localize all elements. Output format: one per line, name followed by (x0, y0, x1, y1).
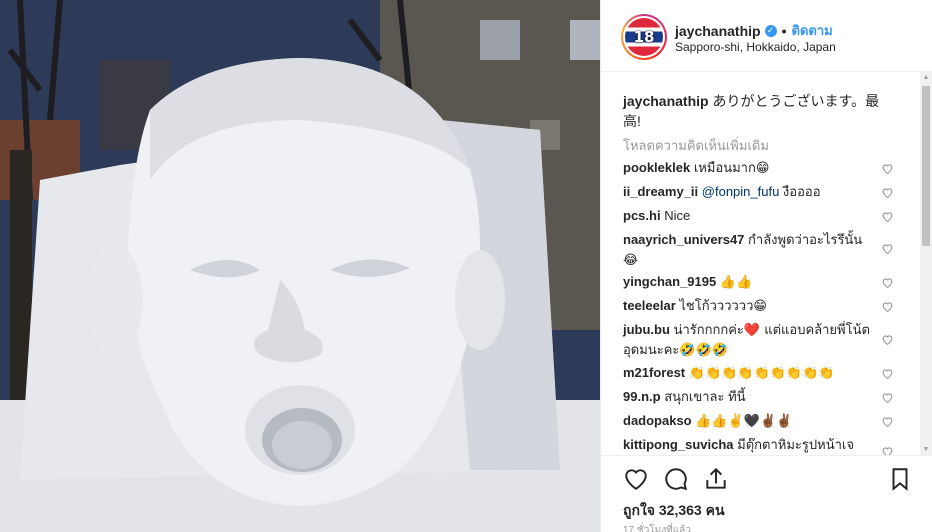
comment-like-heart-icon[interactable] (881, 300, 894, 313)
post-header: 18 jaychanathip ✓ • ติดตาม Sapporo-shi, … (601, 0, 932, 72)
post-side-panel: 18 jaychanathip ✓ • ติดตาม Sapporo-shi, … (600, 0, 932, 532)
comment-item: jubu.bu น่ารักกกกค่ะ❤️ แต่แอบคล้ายพี่โน้… (623, 320, 873, 360)
comment-item: dadopakso 👍👍✌️🖤✌🏾✌🏾 (623, 411, 873, 431)
comments-list[interactable]: jaychanathip ありがとうございます。最高! โหลดความคิดเ… (601, 72, 932, 456)
comment-username[interactable]: jubu.bu (623, 322, 670, 337)
verified-badge-icon: ✓ (764, 24, 777, 37)
comment-username[interactable]: pookleklek (623, 160, 690, 175)
comment-username[interactable]: naayrich_univers47 (623, 232, 744, 247)
comment-item: naayrich_univers47 กำลังพูดว่าอะไรรึนั้น… (623, 230, 873, 270)
follow-button[interactable]: ติดตาม (792, 20, 833, 41)
comment-text: ไชโก้วววววว😁 (679, 299, 767, 314)
comment-username[interactable]: m21forest (623, 365, 685, 380)
scroll-down-arrow-icon[interactable]: ▼ (920, 444, 932, 456)
post-caption: jaychanathip ありがとうございます。最高! (623, 91, 893, 131)
comment-text: 👏👏👏👏👏👏👏👏👏 (688, 366, 835, 381)
comments-scrollbar[interactable]: ▲ ▼ (920, 72, 932, 456)
heart-icon[interactable] (623, 466, 649, 492)
comment-mention[interactable]: @fonpin_fufu (702, 184, 780, 199)
scroll-up-arrow-icon[interactable]: ▲ (920, 72, 932, 84)
comment-item: pcs.hi Nice (623, 206, 873, 225)
comment-item: pookleklek เหมือนมาก😁 (623, 158, 873, 178)
snow-sculpture-image (0, 0, 600, 532)
comment-username[interactable]: teeleelar (623, 298, 676, 313)
comment-text: 👍👍✌️🖤✌🏾✌🏾 (695, 414, 793, 429)
comment-username[interactable]: dadopakso (623, 413, 692, 428)
comment-item: yingchan_9195 👍👍 (623, 272, 873, 292)
avatar[interactable]: 18 (621, 14, 667, 60)
separator-dot: • (781, 22, 787, 39)
comment-text: 👍👍 (719, 275, 753, 290)
comment-item: m21forest 👏👏👏👏👏👏👏👏👏 (623, 363, 873, 383)
location-link[interactable]: Sapporo-shi, Hokkaido, Japan (675, 40, 836, 54)
comment-like-heart-icon[interactable] (881, 391, 894, 404)
post-photo[interactable] (0, 0, 600, 532)
comment-like-heart-icon[interactable] (881, 242, 894, 255)
comment-like-heart-icon[interactable] (881, 276, 894, 289)
comment-text: งืออออ (779, 184, 821, 199)
action-bar (601, 456, 932, 502)
comment-text: สนุกเขาละ ทีนี้ (664, 389, 746, 404)
comment-like-heart-icon[interactable] (881, 415, 894, 428)
comment-username[interactable]: pcs.hi (623, 208, 661, 223)
comment-icon[interactable] (663, 466, 689, 492)
likes-count[interactable]: ถูกใจ 32,363 คน (623, 500, 725, 522)
comment-text: เหมือนมาก😁 (693, 161, 770, 176)
comment-like-heart-icon[interactable] (881, 445, 894, 456)
comment-like-heart-icon[interactable] (881, 186, 894, 199)
comment-username[interactable]: yingchan_9195 (623, 274, 716, 289)
comment-username[interactable]: 99.n.p (623, 389, 661, 404)
comment-like-heart-icon[interactable] (881, 210, 894, 223)
avatar-label: 18 (633, 28, 655, 46)
comment-username[interactable]: kittipong_suvicha (623, 437, 734, 452)
load-more-comments-button[interactable]: โหลดความคิดเห็นเพิ่มเติม (623, 135, 769, 156)
comment-item: 99.n.p สนุกเขาละ ทีนี้ (623, 387, 873, 406)
comment-item: ii_dreamy_ii @fonpin_fufu งืออออ (623, 182, 873, 201)
post-timestamp: 17 ชั่วโมงที่แล้ว (623, 525, 691, 532)
comment-like-heart-icon[interactable] (881, 367, 894, 380)
comment-text: มีตุ๊กตาหิมะรูปหน้าเจ (737, 437, 854, 452)
comment-item: kittipong_suvicha มีตุ๊กตาหิมะรูปหน้าเจ (623, 435, 873, 454)
comment-item: teeleelar ไชโก้วววววว😁 (623, 296, 873, 316)
bookmark-icon[interactable] (887, 466, 913, 492)
caption-username[interactable]: jaychanathip (623, 93, 709, 109)
comment-like-heart-icon[interactable] (881, 162, 894, 175)
share-icon[interactable] (703, 466, 729, 492)
comment-text: Nice (664, 208, 691, 223)
scroll-thumb[interactable] (922, 86, 930, 246)
username-link[interactable]: jaychanathip (675, 23, 761, 39)
comment-username[interactable]: ii_dreamy_ii (623, 184, 698, 199)
comment-like-heart-icon[interactable] (881, 333, 894, 346)
